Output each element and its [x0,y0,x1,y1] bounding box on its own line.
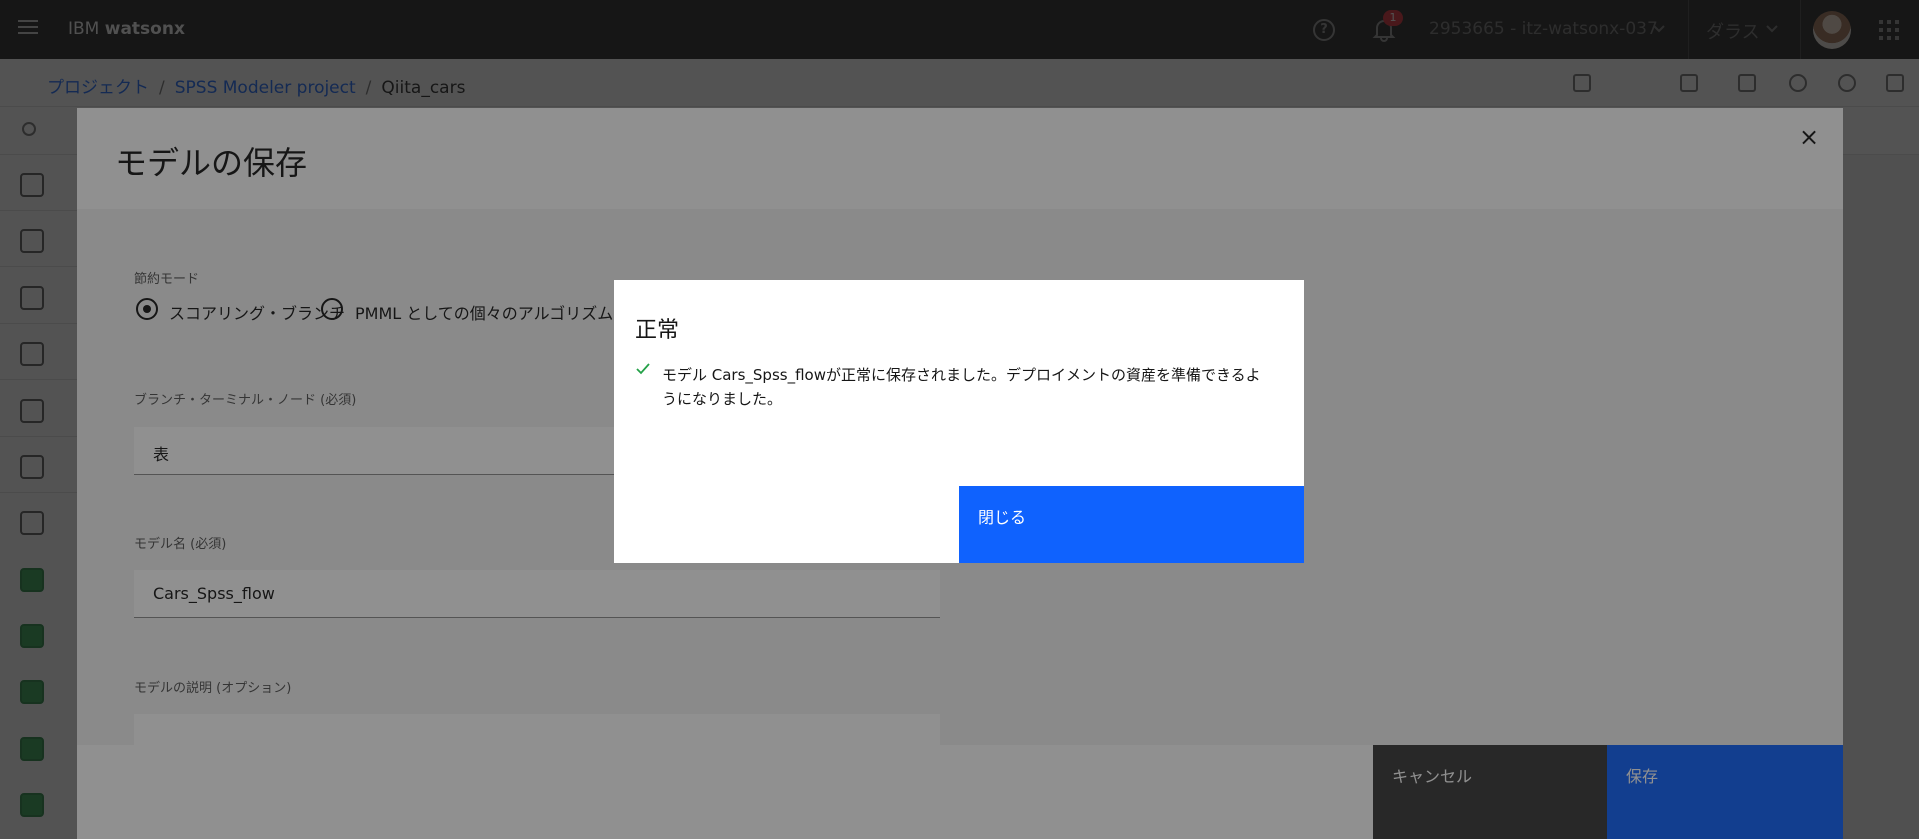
success-dialog: 正常 モデル Cars_Spss_flowが正常に保存されました。デプロイメント… [614,280,1304,563]
close-button[interactable]: 閉じる [959,486,1304,563]
success-message: モデル Cars_Spss_flowが正常に保存されました。デプロイメントの資産… [662,366,1261,408]
checkmark-icon [636,363,650,375]
success-title: 正常 [635,318,680,343]
